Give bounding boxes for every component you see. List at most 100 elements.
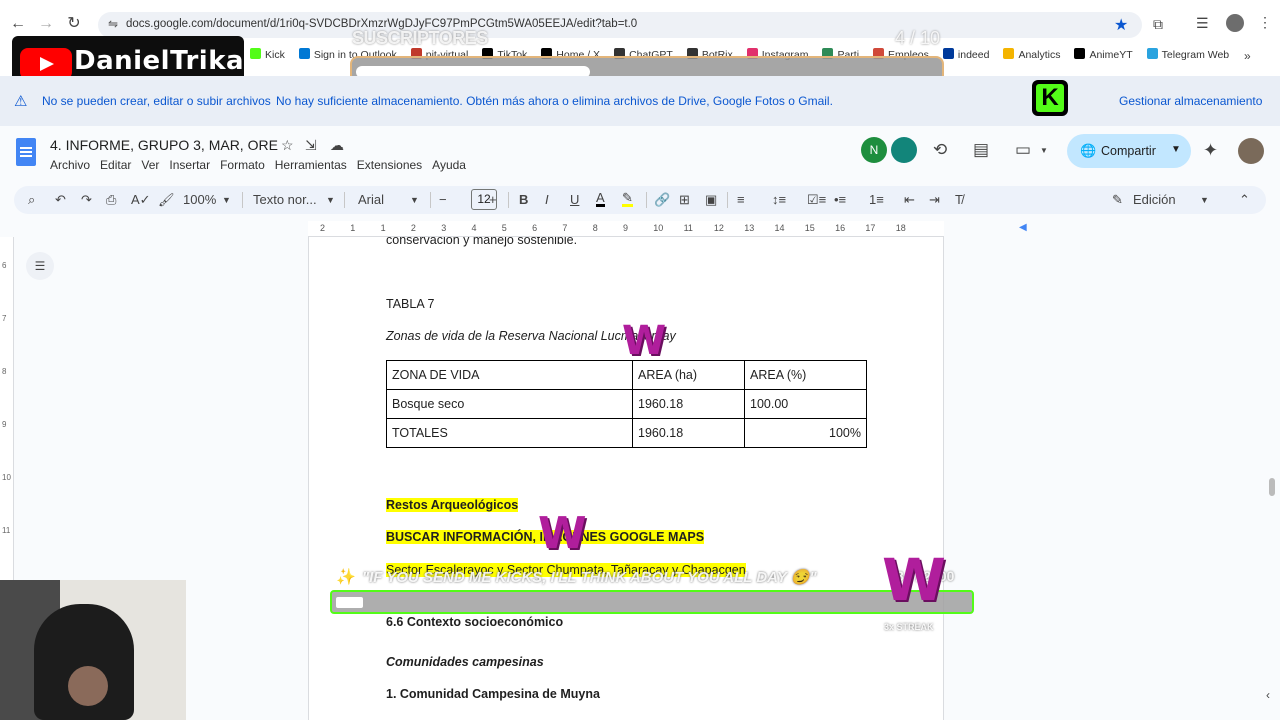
line-spacing-icon[interactable]: ↕≡ — [772, 192, 786, 207]
extensions-icon[interactable]: ⧉ — [1153, 16, 1163, 33]
align-icon[interactable]: ≡ — [737, 192, 745, 207]
insert-image-icon[interactable]: ▣ — [705, 192, 717, 208]
share-caret-icon[interactable]: ▼ — [1171, 144, 1181, 155]
menu-item[interactable]: Ayuda — [432, 158, 466, 172]
increase-indent-icon[interactable]: ⇥ — [929, 192, 940, 208]
w-logo-overlay: W — [538, 508, 587, 559]
document-page[interactable]: conservación y manejo sostenible. TABLA … — [308, 237, 944, 720]
ruler-number: 3 — [441, 223, 447, 233]
collaborator-avatar-animal[interactable] — [891, 137, 917, 163]
text-color-icon[interactable]: A — [596, 191, 605, 207]
mode-select[interactable]: Edición — [1133, 192, 1176, 207]
media-icon[interactable]: ☰ — [1196, 15, 1209, 32]
bookmark-favicon-icon — [250, 48, 261, 59]
undo-icon[interactable]: ↶ — [55, 192, 66, 208]
paragraph-style-select[interactable]: Texto nor... — [253, 192, 317, 207]
reload-icon[interactable]: ↻ — [64, 14, 84, 34]
ruler-number: 2 — [320, 223, 326, 233]
redo-icon[interactable]: ↷ — [81, 192, 92, 208]
menu-item[interactable]: Editar — [100, 158, 131, 172]
menu-item[interactable]: Extensiones — [357, 158, 422, 172]
decrease-indent-icon[interactable]: ⇤ — [904, 192, 915, 208]
toolbar-divider — [344, 192, 345, 208]
docs-logo-icon[interactable] — [16, 138, 36, 166]
menu-item[interactable]: Archivo — [50, 158, 90, 172]
ruler-number: 10 — [653, 223, 664, 233]
font-caret-icon[interactable]: ▼ — [410, 195, 419, 205]
history-icon[interactable]: ⟲ — [933, 140, 947, 160]
increase-font-size-icon[interactable]: + — [489, 192, 497, 207]
print-icon[interactable]: ⎙ — [106, 192, 116, 208]
document-outline-icon[interactable]: ☰ — [26, 252, 54, 280]
bookmark-item[interactable]: Analytics — [1003, 48, 1060, 61]
star-icon[interactable]: ☆ — [281, 137, 294, 154]
ruler-margin-marker-icon[interactable]: ◀ — [1019, 222, 1027, 233]
share-button[interactable]: 🌐 Compartir ▼ — [1067, 134, 1191, 168]
site-info-icon[interactable]: ⇋ — [108, 17, 118, 31]
profile-avatar[interactable] — [1226, 14, 1244, 32]
font-family-select[interactable]: Arial — [358, 192, 384, 207]
section-heading: 6.6 Contexto socioeconómico — [386, 615, 564, 629]
document-title[interactable]: 4. INFORME, GRUPO 3, MAR, ORE — [50, 137, 278, 153]
forward-icon[interactable]: → — [36, 14, 56, 34]
add-comment-icon[interactable]: ⊞ — [679, 192, 690, 208]
move-folder-icon[interactable]: ⇲ — [305, 137, 317, 154]
mode-caret-icon[interactable]: ▼ — [1200, 195, 1209, 205]
ruler-number: 11 — [2, 526, 11, 535]
underline-icon[interactable]: U — [570, 192, 579, 207]
manage-storage-link[interactable]: Gestionar almacenamiento — [1119, 94, 1262, 108]
w-logo-overlay: W — [622, 318, 667, 364]
search-menus-icon[interactable]: ⌕ — [28, 192, 35, 208]
style-caret-icon[interactable]: ▼ — [326, 195, 335, 205]
menu-item[interactable]: Insertar — [169, 158, 210, 172]
bookmark-favicon-icon — [1146, 48, 1158, 59]
clear-formatting-icon[interactable]: T̸ — [955, 192, 963, 207]
more-icon[interactable]: ⋮ — [1258, 14, 1272, 31]
hide-menus-icon[interactable]: ⌃ — [1239, 192, 1250, 208]
collaborator-avatar-n[interactable]: N — [861, 137, 887, 163]
bookmark-item[interactable]: Kick — [250, 48, 285, 61]
menu-bar: Archivo Editar Ver Insertar Formato Herramien… — [50, 158, 476, 172]
bold-icon[interactable]: B — [519, 192, 528, 207]
bulleted-list-icon[interactable]: •≡ — [834, 192, 846, 207]
bookmark-item[interactable]: Telegram Web — [1146, 48, 1229, 61]
decrease-font-size-icon[interactable]: − — [439, 192, 447, 207]
spellcheck-icon[interactable]: A✓ — [131, 192, 151, 208]
horizontal-ruler[interactable]: 2 1 1 2 3 4 5 6 7 8 9 10 11 12 13 14 15 16 17 18 — [308, 221, 944, 237]
ruler-number: 7 — [562, 223, 568, 233]
zoom-select[interactable]: 100% — [183, 192, 216, 207]
account-avatar[interactable] — [1238, 138, 1264, 164]
menu-item[interactable]: Ver — [141, 158, 159, 172]
menu-item[interactable]: Formato — [220, 158, 265, 172]
kicks-message: "IF YOU SEND ME KICKS, I'LL THINK ABOUT … — [362, 569, 817, 586]
highlight-color-icon[interactable]: ✎ — [622, 191, 633, 207]
edit-mode-icon[interactable]: ✎ — [1112, 192, 1123, 208]
ruler-number: 16 — [835, 223, 846, 233]
checklist-icon[interactable]: ☑≡ — [807, 192, 826, 208]
numbered-list-icon[interactable]: 1≡ — [869, 192, 884, 207]
bookmarks-overflow-icon[interactable]: » — [1244, 49, 1251, 63]
subscribers-count: 4 / 10 — [894, 28, 940, 48]
kicks-progress-fill — [336, 597, 363, 608]
meet-caret-icon[interactable]: ▼ — [1040, 146, 1048, 155]
insert-link-icon[interactable]: 🔗 — [654, 192, 670, 208]
zoom-caret-icon[interactable]: ▼ — [222, 195, 231, 205]
side-panel-toggle-icon[interactable]: ‹ — [1266, 688, 1270, 702]
table-header-cell: ZONA DE VIDA — [386, 360, 633, 390]
meet-icon[interactable]: ▭ — [1015, 140, 1031, 160]
paint-format-icon[interactable]: 🖌 — [158, 192, 175, 208]
bookmark-item[interactable]: indeed — [942, 48, 989, 61]
comments-icon[interactable]: ▤ — [973, 140, 989, 160]
bookmark-item[interactable]: AnimeYT — [1074, 48, 1133, 61]
cloud-status-icon[interactable]: ☁ — [330, 137, 344, 154]
table-cell: TOTALES — [386, 418, 633, 448]
table-cell: 100.00 — [744, 389, 867, 419]
menu-item[interactable]: Herramientas — [275, 158, 347, 172]
table-row: TOTALES 1960.18 100% — [386, 418, 867, 448]
bookmark-star-icon[interactable]: ★ — [1114, 15, 1128, 35]
scrollbar-thumb[interactable] — [1269, 478, 1275, 496]
formatting-toolbar: ⌕ ↶ ↷ ⎙ A✓ 🖌 100% ▼ Texto nor... ▼ Arial… — [14, 186, 1266, 214]
italic-icon[interactable]: I — [545, 192, 549, 207]
gemini-icon[interactable]: ✦ — [1203, 140, 1218, 161]
back-icon[interactable]: ← — [8, 14, 28, 34]
